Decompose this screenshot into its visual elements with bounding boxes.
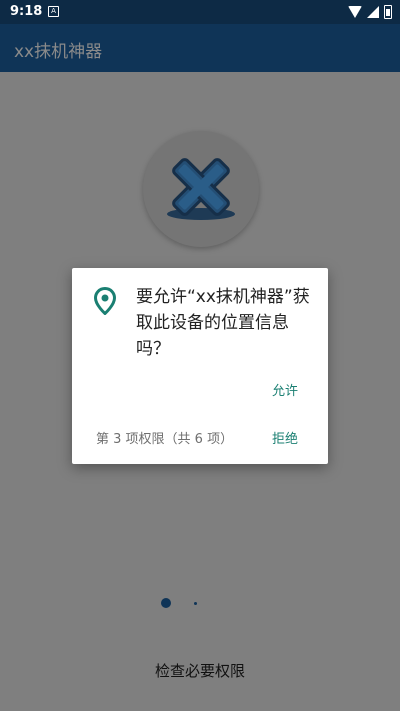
- signal-icon: [367, 6, 379, 18]
- app-title: xx抹机神器: [14, 42, 103, 62]
- dialog-message: 要允许“xx抹机神器”获取此设备的位置信息吗？: [136, 287, 310, 359]
- app-logo-icon: [167, 158, 235, 220]
- app-bar: xx抹机神器: [0, 24, 400, 72]
- system-icons: [348, 5, 392, 19]
- allow-button[interactable]: 允许: [272, 380, 298, 399]
- permission-progress-text: 第 3 项权限（共 6 项）: [96, 432, 234, 447]
- wifi-icon: [348, 6, 362, 18]
- deny-button[interactable]: 拒绝: [272, 428, 298, 447]
- check-permissions-label[interactable]: 检查必要权限: [0, 660, 400, 681]
- page-dot-active: [161, 598, 171, 608]
- page-dot: [194, 602, 197, 605]
- location-pin-icon: [93, 286, 117, 319]
- page-indicator: [0, 596, 400, 610]
- permission-dialog: 要允许“xx抹机神器”获取此设备的位置信息吗？ 允许 第 3 项权限（共 6 项…: [72, 268, 328, 464]
- status-bar: 9:18 A: [0, 0, 400, 24]
- notification-icon: A: [48, 6, 59, 17]
- app-logo: [143, 131, 259, 247]
- status-time: 9:18: [10, 4, 43, 19]
- battery-icon: [384, 5, 392, 19]
